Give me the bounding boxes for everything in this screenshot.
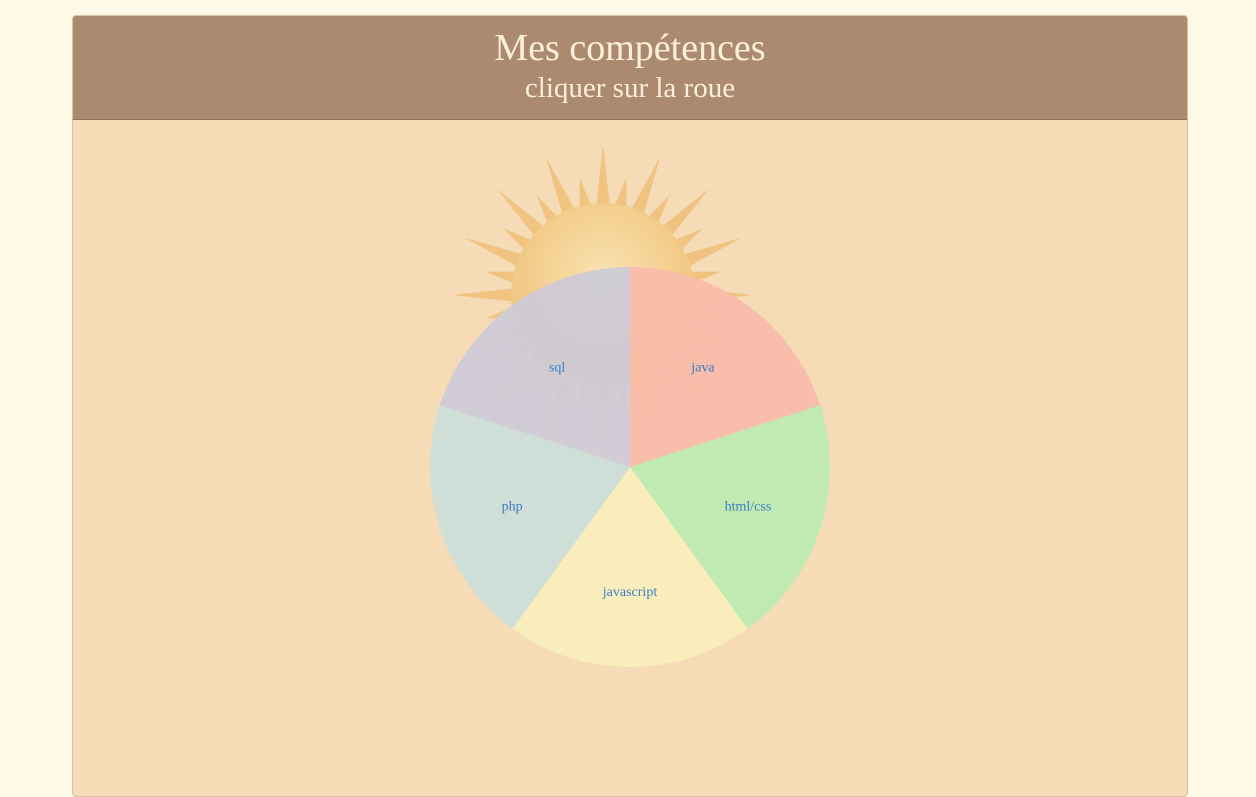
panel-header: Mes compétences cliquer sur la roue <box>73 16 1187 120</box>
wheel-slice-label[interactable]: javascript <box>602 585 658 600</box>
wheel-area: java html/css javascript php sql <box>73 120 1187 796</box>
page-subtitle: cliquer sur la roue <box>524 72 736 104</box>
wheel-slice-label[interactable]: java <box>690 361 715 376</box>
wheel-slice-label[interactable]: sql <box>549 361 565 376</box>
wheel-slice-label[interactable]: html/css <box>725 499 772 514</box>
page-title: Mes compétences <box>494 27 766 69</box>
skills-wheel[interactable]: java html/css javascript php sql <box>73 120 1187 796</box>
wheel-slice-label[interactable]: php <box>502 499 523 514</box>
skills-panel: Mes compétences cliquer sur la roue java… <box>72 15 1188 797</box>
